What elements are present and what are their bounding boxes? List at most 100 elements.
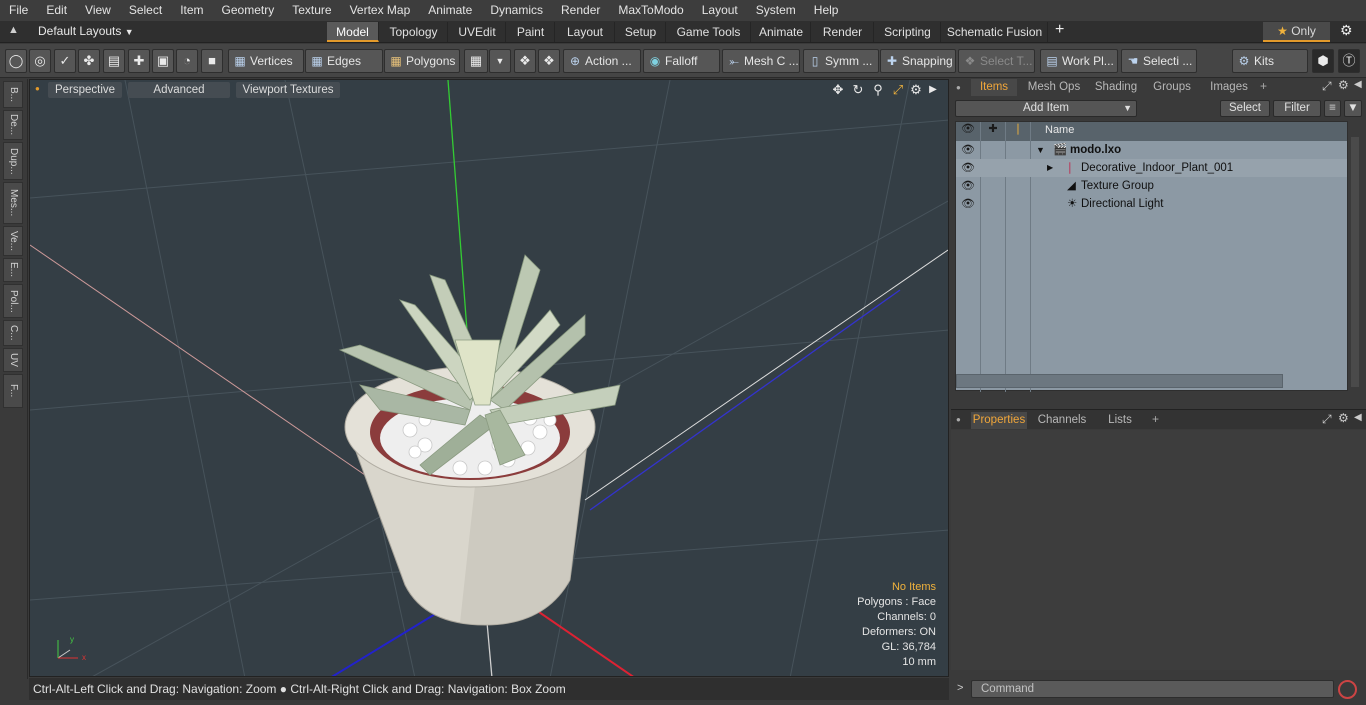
menu-edit[interactable]: Edit xyxy=(37,0,76,21)
tab-animate[interactable]: Animate xyxy=(752,22,811,42)
item-row-texture-group[interactable]: 👁 ◢ Texture Group xyxy=(956,177,1347,195)
unreal-logo-icon[interactable]: Ⓣ xyxy=(1338,49,1360,73)
layout-selector[interactable]: Default Layouts ▼ xyxy=(38,24,134,38)
item-row-scene[interactable]: 👁 ▼ 🎬 modo.lxo xyxy=(956,141,1347,159)
expand-panel-icon[interactable]: ⤢ xyxy=(1322,79,1332,94)
action-center-button[interactable]: ⊕ Action ... xyxy=(563,49,641,73)
menu-help[interactable]: Help xyxy=(805,0,848,21)
collapse-arrow-icon[interactable]: ▶ xyxy=(1047,159,1053,177)
polygons-button[interactable]: ▦ Polygons xyxy=(384,49,460,73)
menu-select[interactable]: Select xyxy=(120,0,171,21)
advanced-button[interactable]: Advanced xyxy=(128,82,230,98)
item-row-mesh[interactable]: 👁 ▶ ❘ Decorative_Indoor_Plant_001 xyxy=(956,159,1347,177)
left-tab-deform[interactable]: De... xyxy=(3,110,23,140)
move-view-icon[interactable]: ✥ xyxy=(829,81,847,99)
tab-schematic-fusion[interactable]: Schematic Fusion xyxy=(942,22,1048,42)
tab-channels[interactable]: Channels xyxy=(1033,412,1091,429)
select-button[interactable]: Select xyxy=(1220,100,1270,117)
menu-render[interactable]: Render xyxy=(552,0,609,21)
eye-icon[interactable]: 👁 xyxy=(956,159,980,177)
edges-button[interactable]: ▦ Edges xyxy=(305,49,383,73)
left-tab-polygon[interactable]: Pol... xyxy=(3,284,23,318)
left-tab-mesh-edit[interactable]: Mes... xyxy=(3,182,23,224)
perspective-button[interactable]: Perspective xyxy=(48,82,122,98)
globe-icon[interactable]: ◎ xyxy=(29,49,51,73)
eye-icon[interactable]: 👁 xyxy=(956,195,980,213)
crosshair-icon[interactable]: ✚ xyxy=(128,49,150,73)
tab-images[interactable]: Images xyxy=(1201,79,1257,96)
menu-view[interactable]: View xyxy=(76,0,120,21)
falloff-button[interactable]: ◉ Falloff xyxy=(643,49,720,73)
items-list[interactable]: 👁 ✚ ❘ Name 👁 ▼ 🎬 modo.lxo 👁 ▶ ❘ Decorati… xyxy=(955,121,1348,392)
tab-items[interactable]: Items xyxy=(971,79,1017,96)
gear-icon[interactable]: ⚙ xyxy=(1340,22,1353,39)
menu-vertex-map[interactable]: Vertex Map xyxy=(341,0,420,21)
tab-uvedit[interactable]: UVEdit xyxy=(449,22,506,42)
tab-topology[interactable]: Topology xyxy=(380,22,448,42)
menu-system[interactable]: System xyxy=(747,0,805,21)
visibility-column-icon[interactable]: 👁 xyxy=(956,122,980,140)
symmetry-button[interactable]: ▯ Symm ... xyxy=(803,49,879,73)
snapping-button[interactable]: ✚ Snapping xyxy=(880,49,956,73)
shield-check-icon[interactable]: ❖ xyxy=(538,49,560,73)
tab-model[interactable]: Model xyxy=(327,22,379,42)
add-properties-tab-icon[interactable]: + xyxy=(1152,412,1159,426)
viewport-menu-icon[interactable]: ▶ xyxy=(924,81,942,99)
tab-shading[interactable]: Shading xyxy=(1089,79,1143,96)
horizontal-scrollbar[interactable] xyxy=(956,374,1283,388)
properties-menu-icon[interactable]: ◀ xyxy=(1354,412,1362,423)
type-column-icon[interactable]: ❘ xyxy=(1006,122,1030,140)
vertices-button[interactable]: ▦ Vertices xyxy=(228,49,304,73)
menu-maxtomodo[interactable]: MaxToModo xyxy=(609,0,692,21)
vertical-scrollbar[interactable] xyxy=(1351,137,1359,387)
frame-icon[interactable]: ▣ xyxy=(152,49,174,73)
menu-texture[interactable]: Texture xyxy=(283,0,340,21)
maximize-view-icon[interactable]: ⤢ xyxy=(889,81,907,99)
menu-geometry[interactable]: Geometry xyxy=(213,0,284,21)
add-tab-button[interactable]: + xyxy=(1055,21,1064,39)
left-tab-curve[interactable]: C... xyxy=(3,320,23,346)
pen-icon[interactable]: ✓ xyxy=(54,49,76,73)
viewport-textures-button[interactable]: Viewport Textures xyxy=(236,82,340,98)
menu-animate[interactable]: Animate xyxy=(419,0,481,21)
left-tab-basic[interactable]: B... xyxy=(3,81,23,108)
material-icon[interactable]: ❖ xyxy=(514,49,536,73)
align-icon[interactable]: ▤ xyxy=(103,49,125,73)
tab-scripting[interactable]: Scripting xyxy=(875,22,941,42)
tab-properties[interactable]: Properties xyxy=(971,412,1027,429)
mode-dropdown-icon[interactable]: ▼ xyxy=(489,49,511,73)
menu-item[interactable]: Item xyxy=(171,0,212,21)
tab-paint[interactable]: Paint xyxy=(507,22,555,42)
menu-layout[interactable]: Layout xyxy=(693,0,747,21)
eye-icon[interactable]: 👁 xyxy=(956,141,980,159)
funnel-icon[interactable]: ▼ xyxy=(1344,100,1362,117)
zoom-view-icon[interactable]: ⚲ xyxy=(869,81,887,99)
rotate-view-icon[interactable]: ↻ xyxy=(849,81,867,99)
filter-button[interactable]: Filter xyxy=(1273,100,1321,117)
menu-file[interactable]: File xyxy=(0,0,37,21)
select-through-button[interactable]: ❖ Select T... xyxy=(958,49,1035,73)
only-toggle[interactable]: ★ Only xyxy=(1263,22,1330,42)
left-tab-fusion[interactable]: F... xyxy=(3,374,23,408)
left-tab-duplicate[interactable]: Dup... xyxy=(3,142,23,180)
shield-icon[interactable]: ■ xyxy=(201,49,223,73)
workplane-button[interactable]: ▤ Work Pl... xyxy=(1040,49,1118,73)
eye-icon[interactable]: 👁 xyxy=(956,177,980,195)
tab-groups[interactable]: Groups xyxy=(1146,79,1198,96)
lasso-icon[interactable]: ✤ xyxy=(78,49,100,73)
command-input[interactable]: Command xyxy=(971,680,1334,698)
menu-dynamics[interactable]: Dynamics xyxy=(481,0,552,21)
item-row-light[interactable]: 👁 ☀ Directional Light xyxy=(956,195,1347,213)
item-mode-icon[interactable]: ▦ xyxy=(464,49,488,73)
tab-layout[interactable]: Layout xyxy=(556,22,615,42)
layout-arrow-icon[interactable]: ▲ xyxy=(8,24,19,36)
kits-button[interactable]: ⚙ Kits xyxy=(1232,49,1308,73)
expand-arrow-icon[interactable]: ▼ xyxy=(1036,141,1045,159)
left-tab-edge[interactable]: E... xyxy=(3,258,23,282)
viewport-gear-icon[interactable]: ⚙ xyxy=(907,81,925,99)
select-circle-icon[interactable]: ◯ xyxy=(5,49,27,73)
mesh-constraint-button[interactable]: ⤜ Mesh C ... xyxy=(722,49,800,73)
tab-game-tools[interactable]: Game Tools xyxy=(667,22,751,42)
record-icon[interactable] xyxy=(1338,680,1357,699)
collapse-icon[interactable]: ≡ xyxy=(1324,100,1341,117)
